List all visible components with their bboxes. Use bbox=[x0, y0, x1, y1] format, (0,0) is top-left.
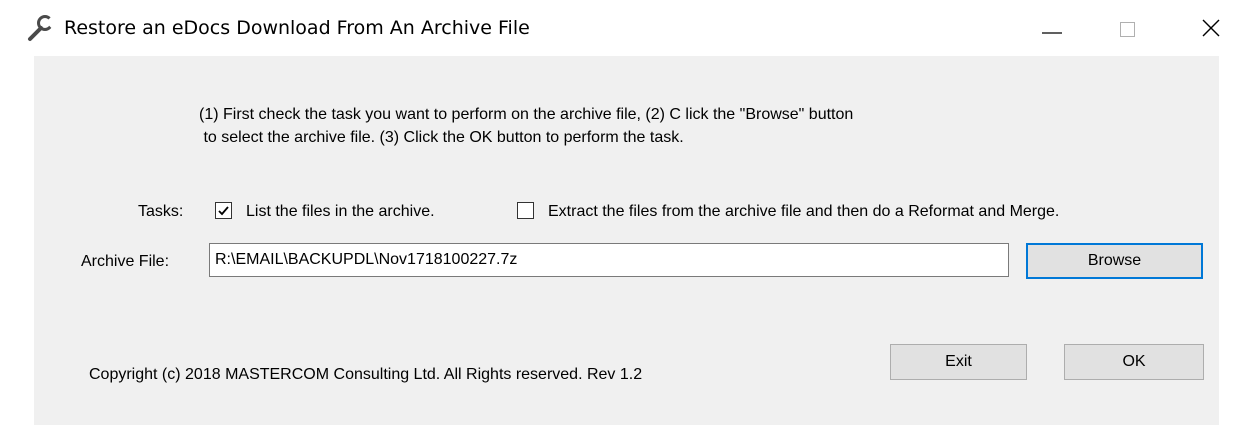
window-title: Restore an eDocs Download From An Archiv… bbox=[64, 17, 530, 39]
minimize-button[interactable] bbox=[1012, 0, 1092, 56]
exit-button[interactable]: Exit bbox=[890, 344, 1027, 380]
maximize-icon bbox=[1120, 22, 1135, 37]
minimize-icon bbox=[1042, 32, 1062, 34]
tasks-label: Tasks: bbox=[138, 203, 184, 220]
instructions-text: (1) First check the task you want to per… bbox=[199, 103, 853, 149]
extract-files-label[interactable]: Extract the files from the archive file … bbox=[548, 203, 1059, 221]
instructions-line-1: (1) First check the task you want to per… bbox=[199, 106, 854, 123]
maximize-button[interactable] bbox=[1088, 0, 1168, 56]
instructions-line-2: to select the archive file. (3) Click th… bbox=[199, 129, 684, 146]
wrench-icon bbox=[26, 14, 58, 42]
close-icon bbox=[1202, 19, 1220, 37]
title-bar[interactable]: Restore an eDocs Download From An Archiv… bbox=[0, 0, 1253, 56]
close-button[interactable] bbox=[1171, 0, 1251, 56]
archive-file-label: Archive File: bbox=[81, 253, 170, 270]
copyright-text: Copyright (c) 2018 MASTERCOM Consulting … bbox=[89, 366, 643, 383]
ok-button[interactable]: OK bbox=[1064, 344, 1204, 380]
list-files-checkbox[interactable] bbox=[215, 202, 232, 219]
list-files-label[interactable]: List the files in the archive. bbox=[246, 203, 435, 221]
dialog-body: (1) First check the task you want to per… bbox=[34, 56, 1219, 425]
checkmark-icon bbox=[218, 206, 229, 216]
archive-file-input[interactable] bbox=[209, 243, 1009, 277]
extract-files-checkbox[interactable] bbox=[517, 202, 534, 219]
browse-button[interactable]: Browse bbox=[1026, 243, 1203, 279]
